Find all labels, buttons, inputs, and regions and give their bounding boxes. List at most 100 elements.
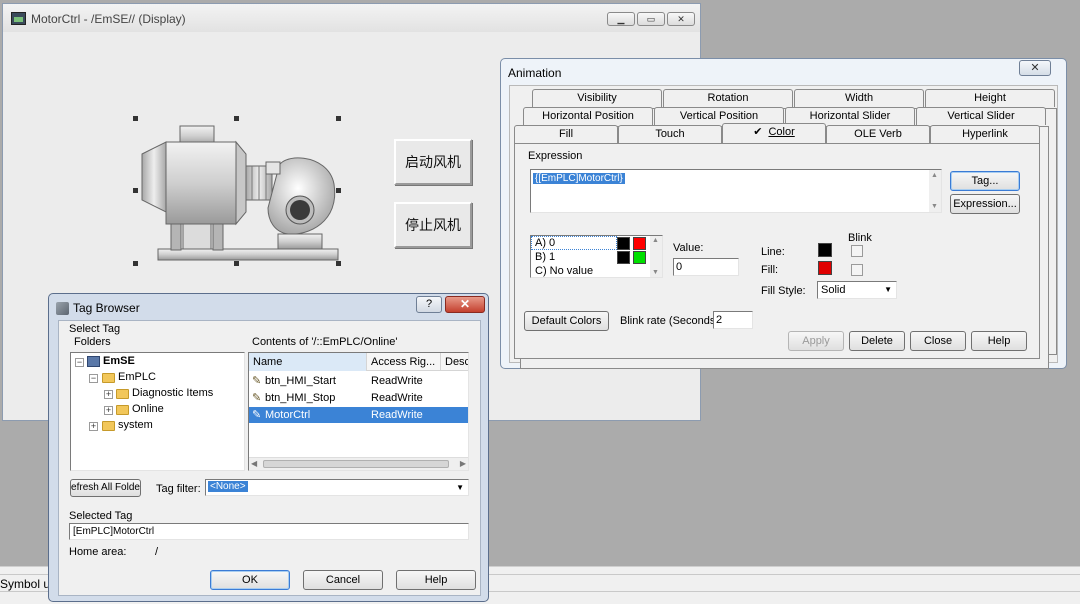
selection-handle[interactable] [336, 261, 341, 266]
fill-blink-checkbox[interactable] [851, 264, 863, 276]
tab-visibility[interactable]: Visibility [532, 89, 662, 107]
apply-button[interactable]: Apply [788, 331, 844, 351]
close-button[interactable]: Close [910, 331, 966, 351]
tag-pencil-icon: ✎ [252, 375, 262, 387]
column-desc[interactable]: Desc [441, 353, 468, 371]
selected-tag-field[interactable]: [EmPLC]MotorCtrl [69, 523, 469, 540]
selection-handle[interactable] [234, 261, 239, 266]
ok-button[interactable]: OK [210, 570, 290, 590]
home-area-value: / [155, 546, 159, 558]
refresh-all-folders-button[interactable]: efresh All Folde [70, 479, 141, 497]
close-icon[interactable]: ✕ [445, 296, 485, 313]
tab-fill[interactable]: Fill [514, 125, 618, 143]
tag-pencil-icon: ✎ [252, 392, 262, 404]
help-button[interactable]: Help [396, 570, 476, 590]
tab-horizontal-position[interactable]: Horizontal Position [523, 107, 653, 125]
horizontal-scrollbar[interactable]: ◀ ▶ [249, 457, 468, 470]
selection-handle[interactable] [336, 116, 341, 121]
tab-width[interactable]: Width [794, 89, 924, 107]
tab-ole-verb[interactable]: OLE Verb [826, 125, 930, 143]
fan-graphic[interactable] [128, 112, 348, 272]
tag-filter-label: Tag filter: [156, 483, 201, 495]
column-name[interactable]: Name [249, 353, 367, 371]
folder-tree[interactable]: − EmSE − EmPLC + Diagnostic Items + Onli… [70, 352, 245, 471]
expand-icon[interactable]: + [104, 390, 113, 399]
state-list[interactable]: A) 0 B) 1 C) No value ▲ ▼ [530, 235, 663, 278]
window-close-button[interactable]: ✕ [667, 12, 695, 26]
state-list-scrollbar[interactable]: ▲ ▼ [650, 236, 662, 277]
expression-label: Expression [528, 150, 583, 162]
default-colors-button[interactable]: Default Colors [524, 311, 609, 331]
state-c[interactable]: C) No value [535, 265, 593, 277]
tab-hyperlink[interactable]: Hyperlink [930, 125, 1040, 143]
line-color-swatch[interactable] [818, 243, 832, 257]
line-blink-checkbox[interactable] [851, 245, 863, 257]
tab-touch[interactable]: Touch [618, 125, 722, 143]
folders-header: Folders [74, 336, 111, 348]
selection-handle[interactable] [234, 116, 239, 121]
scroll-down-icon[interactable]: ▼ [931, 203, 938, 210]
scroll-right-icon[interactable]: ▶ [460, 459, 466, 468]
tab-height[interactable]: Height [925, 89, 1055, 107]
cancel-button[interactable]: Cancel [303, 570, 383, 590]
tag-browser-icon [56, 302, 69, 315]
expression-button[interactable]: Expression... [950, 194, 1020, 214]
state-b-line-swatch[interactable] [617, 251, 630, 264]
blink-rate-input[interactable]: 2 [713, 311, 753, 329]
symbol-label: Symbol u [0, 577, 51, 591]
state-b[interactable]: B) 1 [535, 251, 555, 263]
stop-fan-button[interactable]: 停止风机 [394, 202, 472, 248]
home-area-label: Home area: [69, 546, 127, 558]
state-a-line-swatch[interactable] [617, 237, 630, 250]
expression-textbox[interactable]: {[EmPLC]MotorCtrl} ▲ ▼ [530, 169, 942, 213]
animation-body: Visibility Rotation Width Height Horizon… [509, 85, 1058, 369]
tree-item-emse[interactable]: EmSE [103, 355, 135, 367]
display-title-bar[interactable]: MotorCtrl - /EmSE// (Display) ▁ ▭ ✕ [3, 4, 700, 32]
tree-item-diagnostic[interactable]: Diagnostic Items [132, 387, 213, 399]
delete-button[interactable]: Delete [849, 331, 905, 351]
expand-icon[interactable]: + [89, 422, 98, 431]
tree-item-emplc[interactable]: EmPLC [118, 371, 156, 383]
selection-handle[interactable] [133, 116, 138, 121]
collapse-icon[interactable]: − [75, 358, 84, 367]
minimize-button[interactable]: ▁ [607, 12, 635, 26]
expression-scrollbar[interactable]: ▲ ▼ [929, 170, 941, 212]
maximize-button[interactable]: ▭ [637, 12, 665, 26]
value-input[interactable]: 0 [673, 258, 739, 276]
scroll-down-icon[interactable]: ▼ [652, 269, 659, 276]
chevron-down-icon[interactable]: ▼ [884, 285, 892, 294]
table-row-selected[interactable]: ✎ MotorCtrl ReadWrite [249, 407, 468, 423]
tag-filter-select[interactable]: <None> ▼ [205, 479, 469, 496]
tag-contents-list[interactable]: Name Access Rig... Desc ✎ btn_HMI_Start … [248, 352, 469, 471]
table-row[interactable]: ✎ btn_HMI_Start ReadWrite [249, 373, 468, 389]
column-access[interactable]: Access Rig... [367, 353, 441, 371]
display-app-icon [11, 12, 26, 25]
animation-close-icon[interactable]: ✕ [1019, 60, 1051, 76]
tree-item-system[interactable]: system [118, 419, 153, 431]
selection-handle[interactable] [133, 261, 138, 266]
state-b-fill-swatch[interactable] [633, 251, 646, 264]
fill-color-swatch[interactable] [818, 261, 832, 275]
tab-vertical-slider[interactable]: Vertical Slider [916, 107, 1046, 125]
table-row[interactable]: ✎ btn_HMI_Stop ReadWrite [249, 390, 468, 406]
help-button[interactable]: Help [971, 331, 1027, 351]
selection-handle[interactable] [336, 188, 341, 193]
tag-button[interactable]: Tag... [950, 171, 1020, 191]
tab-color-label: Color [768, 126, 795, 138]
selection-handle[interactable] [133, 188, 138, 193]
scroll-left-icon[interactable]: ◀ [251, 459, 257, 468]
start-fan-button[interactable]: 启动风机 [394, 139, 472, 185]
state-a[interactable]: A) 0 [535, 237, 555, 249]
fill-style-select[interactable]: Solid ▼ [817, 281, 897, 299]
expand-icon[interactable]: + [104, 406, 113, 415]
scroll-up-icon[interactable]: ▲ [652, 237, 659, 244]
tree-item-online[interactable]: Online [132, 403, 164, 415]
chevron-down-icon[interactable]: ▼ [456, 483, 464, 492]
tab-rotation[interactable]: Rotation [663, 89, 793, 107]
help-icon[interactable]: ? [416, 296, 442, 313]
scroll-up-icon[interactable]: ▲ [931, 172, 938, 179]
state-a-fill-swatch[interactable] [633, 237, 646, 250]
collapse-icon[interactable]: − [89, 374, 98, 383]
scroll-thumb[interactable] [263, 460, 449, 468]
tab-color[interactable]: ✔ Color [722, 123, 826, 143]
